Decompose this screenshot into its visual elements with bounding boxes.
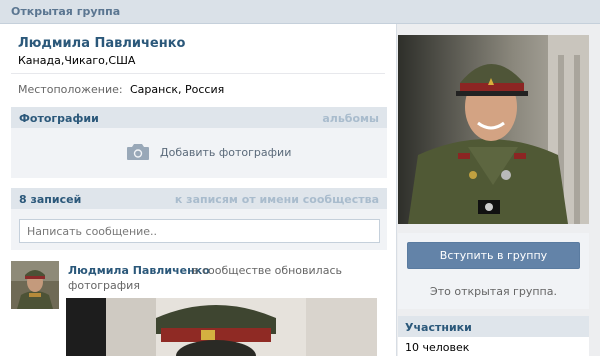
post-photo-image bbox=[66, 298, 377, 356]
profile-photo[interactable] bbox=[398, 35, 589, 224]
page-title: Людмила Павличенко bbox=[18, 36, 186, 51]
members-header[interactable]: Участники bbox=[398, 316, 589, 337]
members-count[interactable]: 10 человек bbox=[405, 341, 469, 354]
wall-header: 8 записей к записям от имени сообщества bbox=[11, 188, 387, 209]
albums-link[interactable]: альбомы bbox=[322, 112, 379, 125]
join-box: Вступить в группу Это открытая группа. bbox=[398, 233, 589, 309]
members-title: Участники bbox=[405, 321, 472, 334]
join-group-button[interactable]: Вступить в группу bbox=[407, 242, 580, 269]
photos-title[interactable]: Фотографии bbox=[19, 112, 99, 125]
post-message-input[interactable] bbox=[20, 220, 379, 242]
page-status: Канада,Чикаго,США bbox=[18, 54, 136, 67]
join-note: Это открытая группа. bbox=[430, 285, 557, 298]
wall-count[interactable]: 8 записей bbox=[19, 193, 81, 206]
camera-icon bbox=[127, 144, 149, 160]
members-box: Участники 10 человек bbox=[398, 316, 589, 356]
sidebar: Вступить в группу Это открытая группа. У… bbox=[398, 24, 600, 356]
post-input-wrapper bbox=[19, 219, 380, 243]
photos-header: Фотографии альбомы bbox=[11, 107, 387, 128]
photos-section: Фотографии альбомы Добавить фотографии bbox=[11, 107, 387, 178]
location-label: Местоположение: bbox=[18, 83, 123, 96]
avatar[interactable] bbox=[11, 261, 59, 309]
profile-photo-image bbox=[398, 35, 589, 224]
top-header-bar: Открытая группа bbox=[0, 0, 600, 24]
location-value: Саранск, Россия bbox=[130, 83, 225, 96]
wall-section: 8 записей к записям от имени сообщества bbox=[11, 188, 387, 250]
post-action-text-2: фотография bbox=[68, 279, 140, 292]
post-author-link[interactable]: Людмила Павличенко bbox=[68, 264, 210, 277]
add-photos-button[interactable]: Добавить фотографии bbox=[126, 142, 291, 162]
divider bbox=[11, 73, 385, 74]
main-column: Людмила Павличенко Канада,Чикаго,США Мес… bbox=[0, 24, 397, 356]
post-photo[interactable] bbox=[66, 298, 377, 356]
community-posts-link[interactable]: к записям от имени сообщества bbox=[175, 193, 379, 206]
group-type-label: Открытая группа bbox=[11, 5, 121, 18]
add-photos-label: Добавить фотографии bbox=[160, 145, 292, 159]
post-action-text: в сообществе обновилась bbox=[192, 264, 342, 277]
avatar-image bbox=[11, 261, 59, 309]
